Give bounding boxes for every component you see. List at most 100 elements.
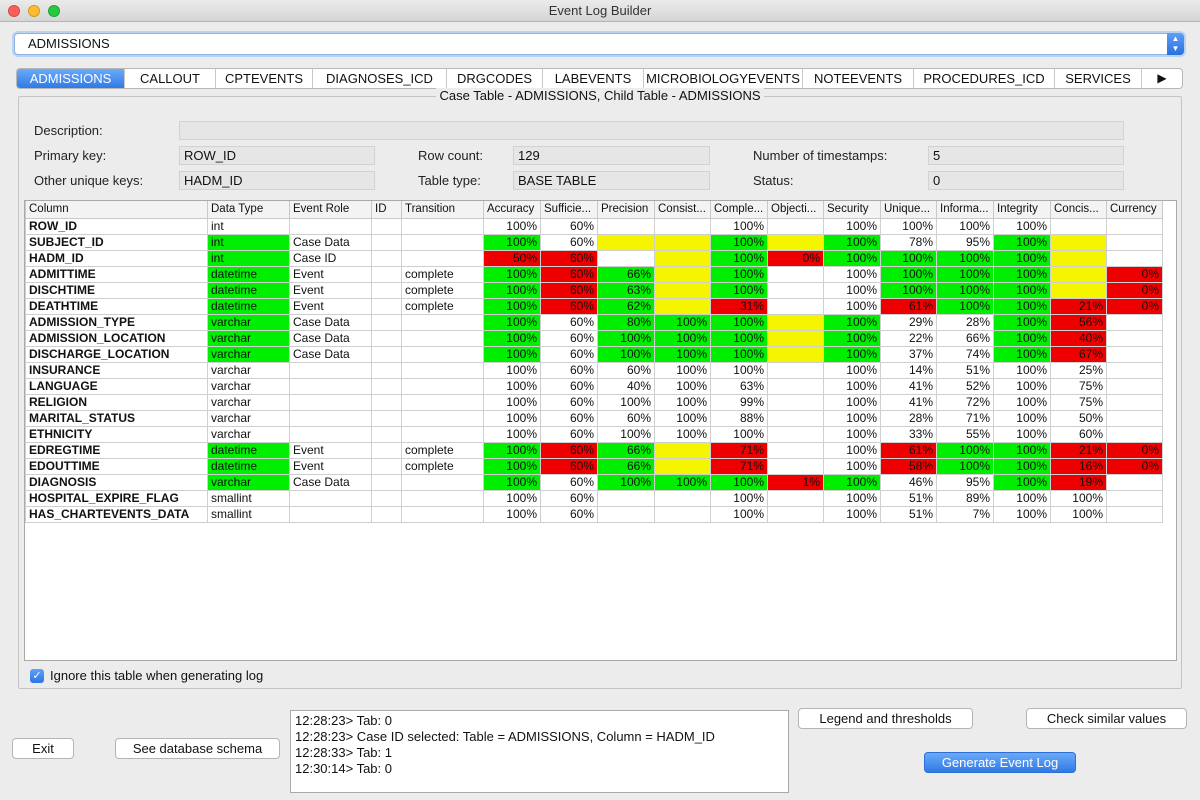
tab-cptevents[interactable]: CPTEVENTS [216, 69, 313, 88]
grid-cell[interactable]: 60% [540, 457, 598, 475]
grid-cell[interactable] [289, 393, 372, 411]
grid-cell[interactable] [654, 489, 711, 507]
grid-cell[interactable]: 75% [1050, 377, 1107, 395]
table-row[interactable]: DISCHARGE_LOCATION varchar Case Data 100% 60… [25, 345, 1163, 363]
grid-cell[interactable]: 100% [823, 233, 881, 251]
grid-cell[interactable]: 100% [823, 329, 881, 347]
grid-cell[interactable]: 100% [993, 281, 1051, 299]
grid-cell[interactable]: 41% [880, 393, 937, 411]
grid-cell[interactable] [767, 393, 824, 411]
grid-cell[interactable] [767, 313, 824, 331]
grid-cell[interactable]: 100% [483, 329, 541, 347]
grid-cell[interactable] [401, 425, 484, 443]
grid-cell[interactable]: 100% [993, 313, 1051, 331]
table-row[interactable]: ADMITTIME datetime Event complete 100% 60% 66%… [25, 265, 1163, 283]
grid-cell[interactable] [289, 217, 372, 235]
grid-cell[interactable]: 60% [540, 265, 598, 283]
grid-cell[interactable]: Event [289, 457, 372, 475]
grid-cell[interactable] [1106, 505, 1163, 523]
column-header[interactable]: Objecti... [767, 201, 824, 219]
grid-cell[interactable]: 55% [936, 425, 994, 443]
grid-cell[interactable] [401, 361, 484, 379]
grid-cell[interactable] [401, 233, 484, 251]
grid-cell[interactable]: 19% [1050, 473, 1107, 491]
table-row[interactable]: EDREGTIME datetime Event complete 100% 60% 66%… [25, 441, 1163, 459]
column-header[interactable]: Consist... [654, 201, 711, 219]
grid-cell[interactable] [1050, 249, 1107, 267]
grid-cell[interactable] [371, 505, 402, 523]
grid-cell[interactable]: datetime [207, 265, 290, 283]
grid-cell[interactable]: smallint [207, 489, 290, 507]
grid-cell[interactable]: 60% [540, 409, 598, 427]
updown-arrows-icon[interactable]: ▲ ▼ [1167, 33, 1184, 55]
grid-cell[interactable]: 100% [823, 281, 881, 299]
grid-cell[interactable] [1106, 393, 1163, 411]
grid-cell[interactable]: varchar [207, 473, 290, 491]
grid-cell[interactable]: varchar [207, 313, 290, 331]
grid-cell[interactable]: 100% [483, 489, 541, 507]
grid-cell[interactable] [401, 377, 484, 395]
grid-cell[interactable]: 100% [654, 345, 711, 363]
column-name-cell[interactable]: DEATHTIME [25, 297, 208, 315]
grid-cell[interactable]: 95% [936, 473, 994, 491]
grid-cell[interactable] [371, 313, 402, 331]
grid-cell[interactable]: varchar [207, 329, 290, 347]
grid-cell[interactable]: 100% [483, 281, 541, 299]
column-name-cell[interactable]: SUBJECT_ID [25, 233, 208, 251]
grid-cell[interactable] [654, 505, 711, 523]
grid-cell[interactable]: 58% [880, 457, 937, 475]
grid-cell[interactable]: 100% [483, 505, 541, 523]
grid-cell[interactable] [401, 409, 484, 427]
grid-cell[interactable] [371, 489, 402, 507]
grid-cell[interactable]: 88% [710, 409, 768, 427]
table-row[interactable]: MARITAL_STATUS varchar 100% 60% 60% 100% 88% 10… [25, 409, 1163, 427]
grid-cell[interactable]: 100% [483, 441, 541, 459]
tab-drgcodes[interactable]: DRGCODES [447, 69, 543, 88]
grid-cell[interactable]: varchar [207, 377, 290, 395]
grid-cell[interactable] [654, 441, 711, 459]
grid-cell[interactable]: 100% [993, 409, 1051, 427]
column-name-cell[interactable]: EDREGTIME [25, 441, 208, 459]
column-header[interactable]: Column [25, 201, 208, 219]
grid-cell[interactable]: 100% [823, 393, 881, 411]
grid-cell[interactable]: 100% [483, 473, 541, 491]
zoom-window-button[interactable] [48, 5, 60, 17]
column-header[interactable]: Data Type [207, 201, 290, 219]
column-header[interactable]: Event Role [289, 201, 372, 219]
grid-cell[interactable] [1106, 377, 1163, 395]
log-console[interactable]: 12:28:23> Tab: 0 12:28:23> Case ID selec… [290, 710, 789, 793]
grid-cell[interactable]: 60% [597, 361, 655, 379]
table-row[interactable]: ROW_ID int 100% 60% 100% 100% 100% 100% 100% [25, 217, 1163, 235]
grid-cell[interactable]: 21% [1050, 441, 1107, 459]
table-row[interactable]: HAS_CHARTEVENTS_DATA smallint 100% 60% 100% 1… [25, 505, 1163, 523]
grid-cell[interactable] [1106, 313, 1163, 331]
close-window-button[interactable] [8, 5, 20, 17]
grid-cell[interactable]: 66% [597, 457, 655, 475]
grid-cell[interactable]: 100% [823, 409, 881, 427]
grid-cell[interactable]: 60% [540, 281, 598, 299]
grid-cell[interactable]: 100% [823, 313, 881, 331]
grid-cell[interactable] [1106, 217, 1163, 235]
grid-cell[interactable] [654, 297, 711, 315]
grid-cell[interactable]: 66% [597, 441, 655, 459]
grid-cell[interactable]: Event [289, 297, 372, 315]
grid-cell[interactable]: 100% [880, 217, 937, 235]
grid-cell[interactable] [371, 217, 402, 235]
column-name-cell[interactable]: DIAGNOSIS [25, 473, 208, 491]
grid-cell[interactable]: 100% [597, 473, 655, 491]
grid-cell[interactable] [654, 233, 711, 251]
grid-cell[interactable] [401, 345, 484, 363]
grid-cell[interactable]: 100% [597, 329, 655, 347]
grid-cell[interactable]: 0% [767, 249, 824, 267]
grid-cell[interactable] [371, 473, 402, 491]
grid-cell[interactable]: 60% [597, 409, 655, 427]
grid-cell[interactable]: 100% [483, 409, 541, 427]
grid-cell[interactable] [767, 361, 824, 379]
grid-cell[interactable] [371, 361, 402, 379]
column-name-cell[interactable]: EDOUTTIME [25, 457, 208, 475]
grid-cell[interactable]: 60% [540, 441, 598, 459]
grid-cell[interactable]: 100% [993, 489, 1051, 507]
grid-cell[interactable]: complete [401, 441, 484, 459]
grid-cell[interactable] [371, 409, 402, 427]
grid-cell[interactable]: 16% [1050, 457, 1107, 475]
